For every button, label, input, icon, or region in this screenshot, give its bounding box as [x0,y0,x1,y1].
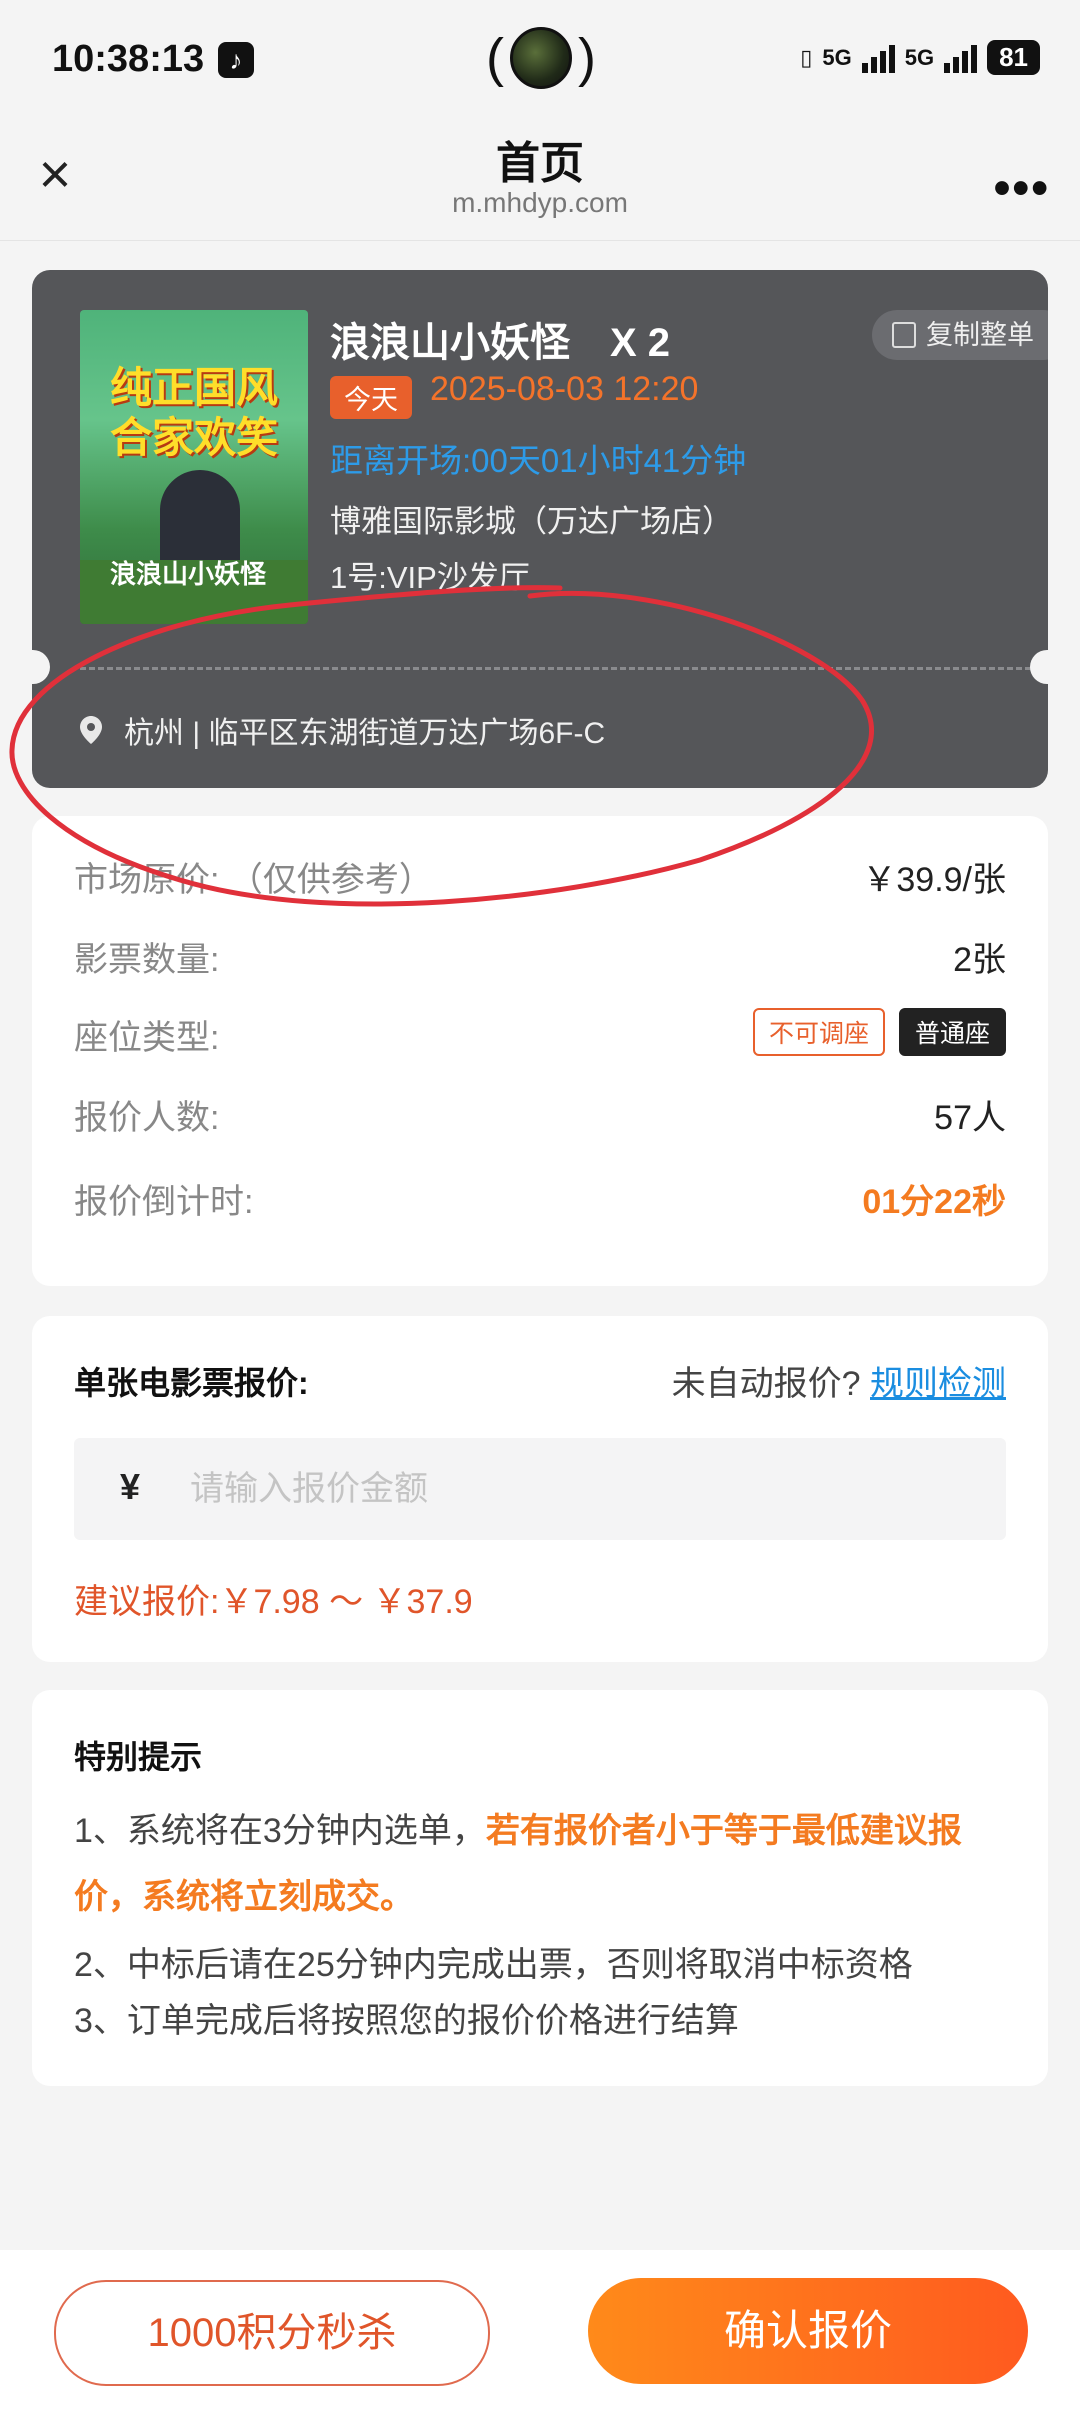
movie-poster: 纯正国风 合家欢笑 浪浪山小妖怪 [80,310,308,624]
tiktok-icon: ♪ [218,42,254,78]
price-input[interactable] [188,1458,972,1520]
price-input-box: ¥ [74,1438,1006,1540]
tip-line-1: 1、系统将在3分钟内选单，若有报价者小于等于最低建议报价，系统将立刻成交。 [74,1798,1006,1930]
bid-countdown-label: 报价倒计时: [74,1183,254,1221]
floating-indicator: () [486,27,596,89]
location-pin-icon [80,716,102,744]
auto-quote-hint: 未自动报价? 规则检测 [672,1356,1006,1405]
ticket-divider [80,667,1040,670]
nav-bar: × 首页 m.mhdyp.com ••• [0,125,1080,241]
start-countdown: 距离开场:00天01小时41分钟 [330,442,747,479]
vibrate-icon: ▯ [800,44,813,70]
seat-tag-normal: 普通座 [898,1008,1006,1056]
hall-name: 1号:VIP沙发厅 [330,560,530,595]
bid-countdown-row: 报价倒计时: 01分22秒 [74,1174,1006,1223]
bottom-action-bar: 1000积分秒杀 确认报价 [0,2250,1080,2412]
poster-text-2: 合家欢笑 [109,414,278,461]
copy-order-button[interactable]: 复制整单 [872,310,1048,360]
more-icon[interactable]: ••• [994,161,1050,216]
today-badge: 今天 [330,376,412,419]
bid-countdown-value: 01分22秒 [862,1183,1006,1221]
network-label-1: 5G [822,44,852,70]
network-label-2: 5G [904,44,935,70]
status-time: 10:38:13 [52,38,205,80]
market-price-row: 市场原价: （仅供参考） ￥39.9/张 [74,852,1006,901]
quote-card: 单张电影票报价: 未自动报价? 规则检测 ¥ 建议报价:￥7.98 ～ ￥37.… [32,1316,1048,1662]
seat-tag-no-change: 不可调座 [752,1008,885,1056]
suggested-price: 建议报价:￥7.98 ～ ￥37.9 [74,1583,473,1621]
system-icons: ▯ 5G 5G 81 [800,40,1040,75]
copy-order-label: 复制整单 [926,320,1034,350]
tips-title: 特别提示 [74,1739,203,1775]
ticket-notch-left [32,650,50,684]
page-title: 首页 [496,139,584,188]
market-price-label: 市场原价: （仅供参考） [74,861,433,899]
order-info-card: 市场原价: （仅供参考） ￥39.9/张 影票数量: 2张 座位类型: 不可调座… [32,816,1048,1286]
battery-icon: 81 [987,40,1040,75]
confirm-quote-button[interactable]: 确认报价 [588,2278,1028,2384]
signal-icon [861,43,895,73]
ticket-count-label: 影票数量: [74,941,220,979]
seat-type-label: 座位类型: [74,1019,220,1057]
auto-quote-question: 未自动报价? [671,1365,861,1403]
copy-icon [892,322,916,348]
poster-title: 浪浪山小妖怪 [110,559,267,589]
bidders-row: 报价人数: 57人 [74,1090,1006,1139]
movie-title: 浪浪山小妖怪 X 2 [330,321,671,365]
bidders-value: 57人 [934,1099,1006,1137]
tip-line-3: 3、订单完成后将按照您的报价价格进行结算 [74,2002,739,2040]
bidders-label: 报价人数: [74,1099,220,1137]
tip-line-1-text: 1、系统将在3分钟内选单， [74,1812,486,1850]
address-text: 杭州 | 临平区东湖街道万达广场6F-C [124,717,606,750]
cinema-address: 杭州 | 临平区东湖街道万达广场6F-C [80,708,605,752]
cinema-name: 博雅国际影城（万达广场店） [330,504,733,539]
tips-card: 特别提示 1、系统将在3分钟内选单，若有报价者小于等于最低建议报价，系统将立刻成… [32,1690,1048,2086]
page-url: m.mhdyp.com [452,187,628,218]
market-price-value: ￥39.9/张 [862,861,1006,899]
showtime: 2025-08-03 12:20 [430,370,699,408]
ticket-count-value: 2张 [953,941,1006,979]
signal-icon-2 [944,43,978,73]
quote-title: 单张电影票报价: [74,1365,309,1401]
ticket-count-row: 影票数量: 2张 [74,932,1006,981]
avatar [509,27,572,89]
seat-type-tags: 不可调座 普通座 [739,1008,1006,1056]
rule-check-link[interactable]: 规则检测 [870,1365,1006,1403]
points-flash-sale-button[interactable]: 1000积分秒杀 [54,2280,490,2386]
status-bar: 10:38:13 ♪ () ▯ 5G 5G 81 [0,0,1080,125]
currency-symbol: ¥ [120,1466,141,1507]
ticket-notch-right [1030,650,1048,684]
ticket-card: 纯正国风 合家欢笑 浪浪山小妖怪 浪浪山小妖怪 X 2 复制整单 今天 2025… [32,270,1048,788]
seat-type-row: 座位类型: 不可调座 普通座 [74,1008,1006,1059]
